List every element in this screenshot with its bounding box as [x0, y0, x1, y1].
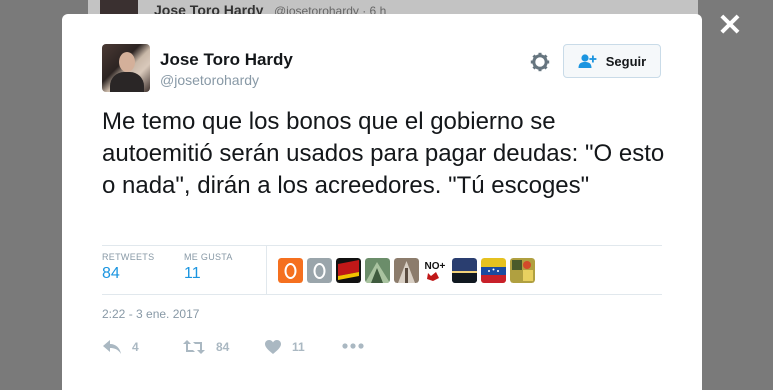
- retweet-button[interactable]: 84: [182, 339, 229, 355]
- stats-divider: [266, 246, 267, 294]
- retweets-stat[interactable]: RETWEETS 84: [102, 252, 154, 283]
- liker-avatar-yellow-collage[interactable]: [510, 258, 535, 283]
- like-action-count: 11: [292, 340, 305, 354]
- retweet-icon: [183, 340, 205, 354]
- liker-avatar-night-sky[interactable]: [452, 258, 477, 283]
- retweets-label: RETWEETS: [102, 252, 155, 262]
- avatar[interactable]: [102, 44, 150, 92]
- liker-avatar-green-landscape[interactable]: [365, 258, 390, 283]
- author-name[interactable]: Jose Toro Hardy: [160, 50, 293, 70]
- tweet-timestamp[interactable]: 2:22 - 3 ene. 2017: [102, 307, 199, 321]
- liker-avatar-grey-egg[interactable]: [307, 258, 332, 283]
- reply-button[interactable]: 4: [102, 339, 139, 355]
- heart-icon: [265, 340, 281, 354]
- author-handle[interactable]: @josetorohardy: [160, 72, 259, 88]
- more-icon: [342, 343, 364, 349]
- like-button[interactable]: 11: [264, 339, 305, 355]
- follow-label: Seguir: [605, 53, 647, 69]
- avatar-face: [119, 52, 135, 72]
- tweet-modal: Jose Toro Hardy @josetorohardy Seguir Me…: [62, 14, 702, 390]
- likes-count: 11: [184, 265, 201, 282]
- reply-icon: [103, 340, 121, 354]
- liker-avatars: NO+: [278, 258, 535, 283]
- tweet-actions: 4 84 11: [102, 339, 662, 361]
- liker-avatar-orange-egg[interactable]: [278, 258, 303, 283]
- reply-count: 4: [132, 340, 139, 354]
- retweets-count: 84: [102, 265, 120, 282]
- liker-avatar-red-flag[interactable]: [336, 258, 361, 283]
- retweet-action-count: 84: [216, 340, 230, 354]
- add-user-icon: [578, 54, 597, 68]
- likes-label: ME GUSTA: [184, 252, 233, 262]
- close-icon[interactable]: ✕: [716, 11, 744, 41]
- gear-icon[interactable]: [530, 52, 550, 72]
- liker-avatar-nomas-logo[interactable]: NO+: [423, 258, 448, 283]
- more-button[interactable]: [342, 341, 364, 351]
- avatar-body: [110, 72, 144, 92]
- liker-avatar-venezuela-flag[interactable]: [481, 258, 506, 283]
- likes-stat[interactable]: ME GUSTA 11: [184, 252, 233, 283]
- tweet-stats: RETWEETS 84 ME GUSTA 11 NO+: [102, 245, 662, 295]
- follow-button[interactable]: Seguir: [563, 44, 661, 78]
- liker-avatar-church-photo[interactable]: [394, 258, 419, 283]
- nomas-text: NO+: [425, 261, 446, 272]
- tweet-text: Me temo que los bonos que el gobierno se…: [102, 108, 665, 199]
